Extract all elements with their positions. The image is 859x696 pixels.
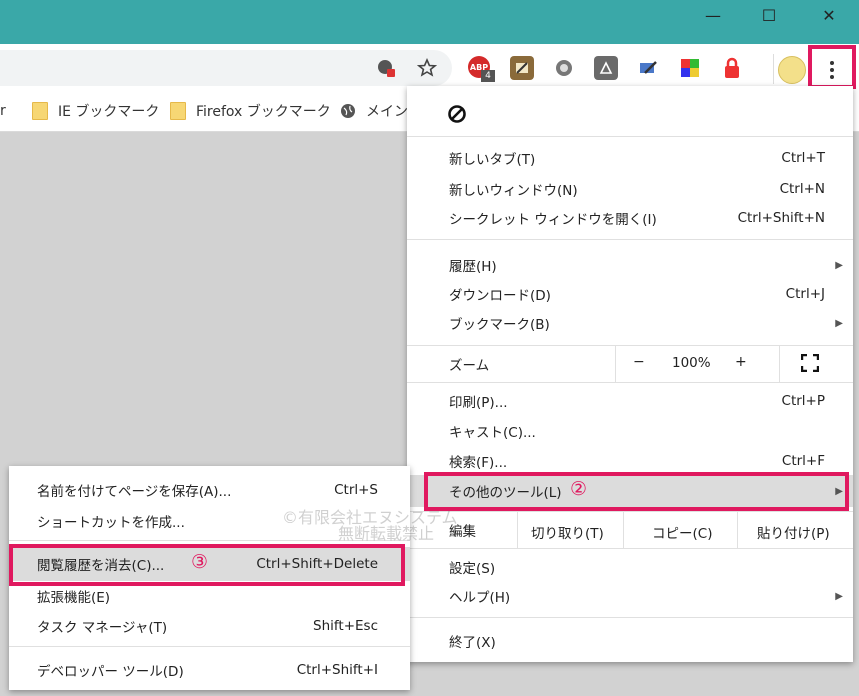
menu-settings[interactable]: 設定(S) (407, 552, 853, 582)
menu-label: キャスト(C)... (449, 425, 536, 441)
edit-cut-button[interactable]: 切り取り(T) (531, 522, 604, 542)
profile-avatar-icon[interactable] (778, 56, 806, 84)
menu-label: ダウンロード(D) (449, 288, 551, 304)
toolbar-divider (773, 54, 774, 84)
color-icon[interactable] (678, 56, 702, 80)
menu-zoom-row: ズーム (407, 348, 853, 380)
menu-shortcut: Ctrl+Shift+N (737, 210, 825, 226)
bookmark-main[interactable]: メイン (340, 100, 408, 122)
bookmark-ie[interactable]: IE ブックマーク (32, 100, 159, 122)
folder-icon (32, 102, 48, 120)
submenu-arrow-icon: ▶ (835, 485, 843, 497)
zoom-value: 100% (672, 355, 711, 371)
submenu-arrow-icon: ▶ (835, 590, 843, 602)
adblock-badge: 4 (481, 70, 495, 82)
zoom-in-button[interactable]: + (735, 354, 747, 370)
maximize-button[interactable]: ☐ (746, 0, 792, 30)
menu-label: 拡張機能(E) (37, 590, 111, 606)
menu-label: ヘルプ(H) (449, 590, 511, 606)
submenu-arrow-icon: ▶ (835, 317, 843, 329)
menu-incognito[interactable]: シークレット ウィンドウを開く(I) Ctrl+Shift+N (407, 203, 853, 233)
menu-history[interactable]: 履歴(H) ▶ (407, 250, 853, 280)
menu-find[interactable]: 検索(F)... Ctrl+F (407, 446, 853, 476)
menu-bookmarks[interactable]: ブックマーク(B) ▶ (407, 308, 853, 338)
menu-cast[interactable]: キャスト(C)... (407, 416, 853, 446)
chrome-main-menu: 新しいタブ(T) Ctrl+T 新しいウィンドウ(N) Ctrl+N シークレッ… (407, 86, 853, 662)
pen-icon[interactable] (636, 56, 660, 80)
menu-label: 新しいウィンドウ(N) (449, 183, 578, 199)
menu-downloads[interactable]: ダウンロード(D) Ctrl+J (407, 279, 853, 309)
globe-icon (341, 104, 355, 118)
submenu-save-page[interactable]: 名前を付けてページを保存(A)... Ctrl+S (9, 475, 410, 505)
menu-label: 名前を付けてページを保存(A)... (37, 484, 232, 500)
bookmark-star-icon[interactable] (415, 56, 439, 80)
menu-exit[interactable]: 終了(X) (407, 626, 853, 656)
menu-label: 設定(S) (449, 561, 496, 577)
edit-divider (623, 512, 624, 548)
menu-label: 印刷(P)... (449, 395, 508, 411)
menu-shortcut: Ctrl+Shift+I (296, 662, 378, 678)
camera-icon[interactable] (552, 56, 576, 80)
menu-new-window[interactable]: 新しいウィンドウ(N) Ctrl+N (407, 174, 853, 204)
close-button[interactable]: ✕ (806, 0, 852, 30)
watermark-line2: ©有限会社エヌシステム (282, 508, 458, 527)
zoom-divider (779, 346, 780, 382)
menu-label: ズーム (449, 358, 490, 374)
site-settings-icon[interactable] (374, 56, 398, 80)
menu-shortcut: Ctrl+N (779, 181, 825, 197)
menu-label: ブックマーク(B) (449, 317, 550, 333)
menu-label: 新しいタブ(T) (449, 152, 536, 168)
menu-help[interactable]: ヘルプ(H) ▶ (407, 581, 853, 611)
menu-label: タスク マネージャ(T) (37, 620, 168, 636)
blocked-icon[interactable] (447, 104, 467, 128)
submenu-task-manager[interactable]: タスク マネージャ(T) Shift+Esc (9, 611, 410, 641)
menu-shortcut: Ctrl+Shift+Delete (256, 556, 378, 572)
fullscreen-icon[interactable] (800, 353, 820, 376)
folder-icon (170, 102, 186, 120)
more-tools-submenu: 名前を付けてページを保存(A)... Ctrl+S ショートカットを作成... … (9, 466, 410, 690)
menu-label: 終了(X) (449, 635, 496, 651)
menu-kebab-icon[interactable] (818, 56, 846, 84)
minimize-button[interactable]: — (690, 0, 736, 30)
edit-divider (737, 512, 738, 548)
menu-label: 検索(F)... (449, 455, 508, 471)
menu-label: 履歴(H) (449, 259, 497, 275)
edit-copy-button[interactable]: コピー(C) (652, 522, 712, 542)
brush-icon[interactable] (510, 56, 534, 80)
menu-shortcut: Ctrl+P (781, 393, 825, 409)
submenu-extensions[interactable]: 拡張機能(E) (9, 581, 410, 611)
bookmark-partial[interactable]: r (0, 100, 6, 122)
submenu-clear-history[interactable]: 閲覧履歴を消去(C)... ③ Ctrl+Shift+Delete (9, 547, 410, 581)
menu-shortcut: Ctrl+S (334, 482, 378, 498)
step3-marker: ③ (191, 551, 209, 573)
edit-divider (517, 512, 518, 548)
bookmark-label: メイン (366, 104, 408, 120)
menu-label: その他のツール(L) (449, 485, 562, 501)
menu-shortcut: Ctrl+T (781, 150, 825, 166)
menu-print[interactable]: 印刷(P)... Ctrl+P (407, 386, 853, 416)
bookmark-label: Firefox ブックマーク (196, 104, 331, 120)
menu-label: デベロッパー ツール(D) (37, 664, 184, 680)
bookmark-label: IE ブックマーク (58, 104, 160, 120)
submenu-devtools[interactable]: デベロッパー ツール(D) Ctrl+Shift+I (9, 655, 410, 685)
menu-label: シークレット ウィンドウを開く(I) (449, 212, 657, 228)
pdf-icon[interactable] (594, 56, 618, 80)
menu-label: ショートカットを作成... (37, 515, 185, 531)
menu-more-tools[interactable]: その他のツール(L) ② ▶ (407, 475, 853, 507)
edit-paste-button[interactable]: 貼り付け(P) (757, 522, 830, 542)
submenu-arrow-icon: ▶ (835, 259, 843, 271)
zoom-out-button[interactable]: − (633, 354, 645, 370)
bookmark-firefox[interactable]: Firefox ブックマーク (170, 100, 331, 122)
menu-new-tab[interactable]: 新しいタブ(T) Ctrl+T (407, 143, 853, 173)
menu-shortcut: Shift+Esc (313, 618, 378, 634)
lock-extension-icon[interactable] (720, 56, 744, 80)
menu-label: 閲覧履歴を消去(C)... (37, 558, 165, 574)
menu-shortcut: Ctrl+F (781, 453, 825, 469)
menu-shortcut: Ctrl+J (785, 286, 825, 302)
step2-marker: ② (570, 478, 588, 500)
zoom-divider (615, 346, 616, 382)
